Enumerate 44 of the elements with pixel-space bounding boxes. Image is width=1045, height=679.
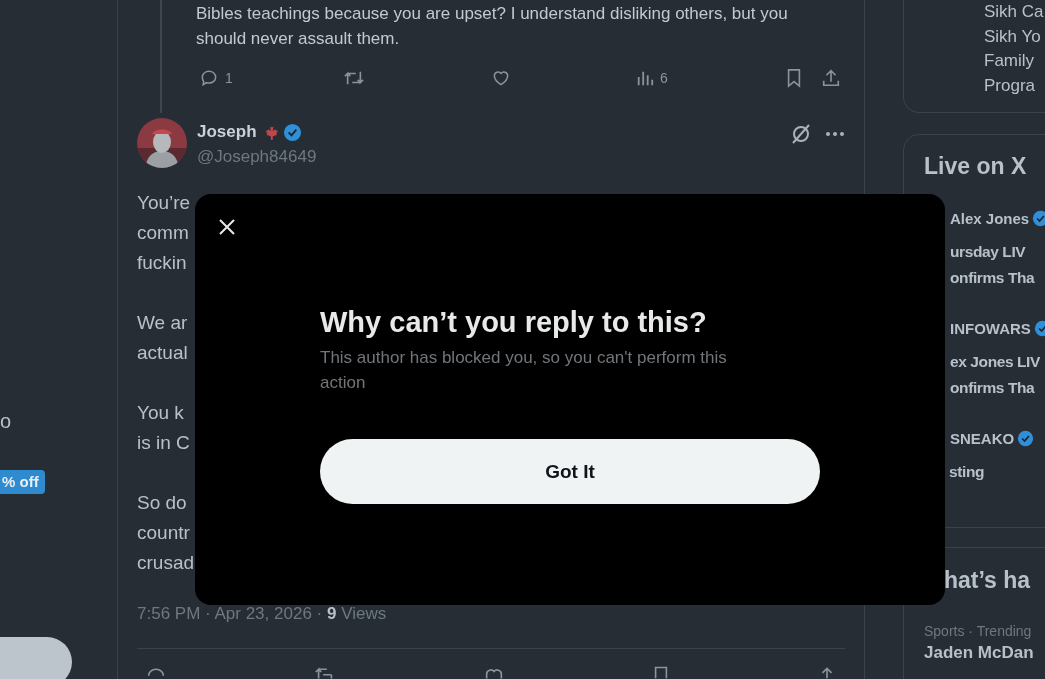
section-title: Live on X bbox=[923, 152, 1028, 180]
reply-text-line: should never assault them. bbox=[196, 28, 401, 50]
bookmark-icon[interactable] bbox=[785, 68, 803, 88]
reply-action[interactable]: 1 bbox=[199, 68, 233, 88]
reply-icon bbox=[199, 68, 219, 88]
list-item-text[interactable]: Sikh Yo bbox=[984, 24, 1045, 49]
discount-badge: % off bbox=[0, 470, 45, 494]
tweet-text-line: is in C bbox=[137, 431, 190, 455]
tweet-text-line: crusad bbox=[137, 551, 195, 575]
post-button[interactable] bbox=[0, 637, 72, 679]
author-handle: @Joseph84649 bbox=[197, 146, 318, 168]
tweet-text-line: You’re bbox=[137, 191, 191, 215]
tweet-text-line: You k bbox=[137, 401, 184, 425]
bar-chart-icon bbox=[636, 69, 654, 87]
reply-text-line: Bibles teachings because you are upset? I understand disliking others, but you bbox=[196, 3, 789, 25]
host-name[interactable]: INFOWARS bbox=[950, 319, 1031, 337]
share-icon[interactable] bbox=[821, 68, 841, 88]
host-name[interactable]: SNEAKO bbox=[950, 429, 1015, 447]
more-icon[interactable] bbox=[825, 131, 845, 137]
tweet-text-line: comm bbox=[137, 221, 189, 245]
tweet-text-line: actual bbox=[137, 341, 188, 365]
views-action[interactable]: 6 bbox=[636, 69, 668, 87]
dialog-title: Why can’t you reply to this? bbox=[320, 305, 707, 340]
tweet-text-line: fuckin bbox=[137, 251, 187, 275]
author-name[interactable]: Joseph bbox=[197, 121, 257, 143]
slashed-circle-icon[interactable] bbox=[790, 123, 812, 145]
tweet-text-line: countr bbox=[137, 521, 190, 545]
trend-name[interactable]: Jaden McDan bbox=[924, 641, 1045, 665]
nav-label-fragment: o bbox=[0, 409, 12, 434]
like-icon[interactable] bbox=[491, 68, 511, 88]
list-item-text[interactable]: Family bbox=[984, 49, 1045, 74]
list-item-text[interactable]: Progra bbox=[984, 73, 1045, 98]
bookmark-icon[interactable] bbox=[652, 665, 670, 679]
dialog-message: This author has blocked you, so you can't perform this action bbox=[320, 347, 728, 394]
reply-count: 1 bbox=[225, 70, 233, 86]
section-title: hat’s ha bbox=[943, 566, 1032, 594]
tweet-text-line: So do bbox=[137, 491, 187, 515]
views-count: 6 bbox=[660, 70, 668, 86]
tweet-text-line: We ar bbox=[137, 311, 188, 335]
list-item-text[interactable]: Sikh Ca bbox=[984, 0, 1045, 25]
close-icon[interactable] bbox=[218, 218, 236, 236]
host-name[interactable]: Alex Jones bbox=[950, 209, 1030, 227]
trend-context: Sports · Trending bbox=[924, 622, 1033, 641]
got-it-button[interactable]: Got It bbox=[320, 439, 820, 504]
